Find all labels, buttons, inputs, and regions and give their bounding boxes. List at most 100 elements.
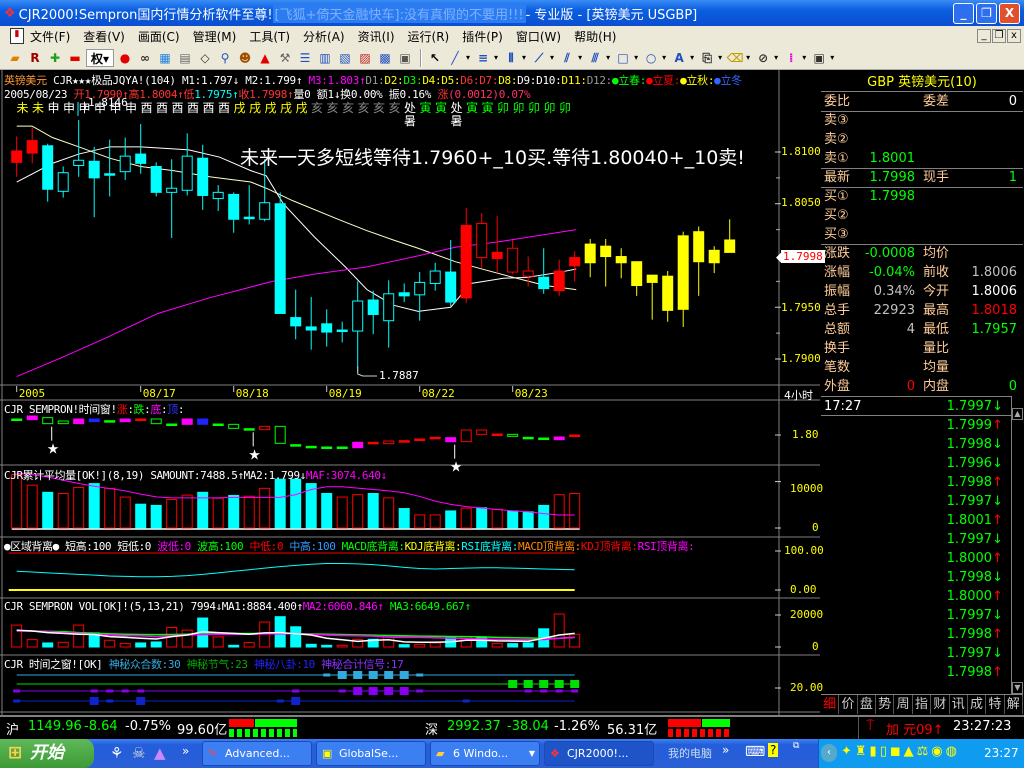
chevron-down-icon[interactable]: ▾ <box>746 53 750 62</box>
quote-tab[interactable]: 成 <box>968 695 987 714</box>
alert-text[interactable]: 加 元09↑ <box>886 719 944 738</box>
ticks-scrollbar[interactable]: ▲ ▼ <box>1011 396 1023 694</box>
task-advanced[interactable]: ✎ Advanced... <box>202 741 312 766</box>
text-icon[interactable]: A <box>670 49 688 67</box>
save-icon[interactable]: ▣ <box>810 49 828 67</box>
chevron-down-icon[interactable]: ▾ <box>606 53 610 62</box>
tool-icon[interactable]: ⚒ <box>276 49 294 67</box>
menu-run[interactable]: 运行(R) <box>408 28 450 45</box>
vlines-icon[interactable]: ⦀ <box>502 49 520 67</box>
chevron-down-icon[interactable]: ▾ <box>774 53 778 62</box>
toolbar-expand-icon[interactable]: ⧉ <box>793 741 799 751</box>
chevron-down-icon[interactable]: ▾ <box>718 53 722 62</box>
task-cjr2000[interactable]: ❖ CJR2000!... <box>544 741 654 766</box>
menu-window[interactable]: 窗口(W) <box>516 28 561 45</box>
search-icon[interactable]: ⚲ <box>216 49 234 67</box>
minimize-button[interactable]: _ <box>953 3 974 24</box>
close-button[interactable]: X <box>999 3 1020 24</box>
quicklaunch-app3-icon[interactable]: ▲ <box>154 744 166 762</box>
ellipse-icon[interactable]: ○ <box>642 49 660 67</box>
glasses-icon[interactable]: ∞ <box>136 49 154 67</box>
toolbar-more-icon[interactable]: » <box>722 743 729 757</box>
quote-tab[interactable]: 价 <box>839 695 858 714</box>
help-icon[interactable]: ? <box>768 743 779 757</box>
shield-icon[interactable]: ◇ <box>196 49 214 67</box>
quote-tab[interactable]: 讯 <box>950 695 968 714</box>
tray-icons[interactable]: ✦♜▮▯◼▲⚖◉◍ <box>841 744 960 759</box>
chevron-down-icon[interactable]: ▾ <box>466 53 470 62</box>
colors-icon[interactable]: ⁞ <box>782 49 800 67</box>
eraser-icon[interactable]: ⌫ <box>726 49 744 67</box>
quote-tab[interactable]: 特 <box>986 695 1005 714</box>
quote-tab[interactable]: 指 <box>913 695 932 714</box>
task-windows-group[interactable]: ▰ 6 Windo... ▼ <box>430 741 540 766</box>
start-button[interactable]: ⊞ 开始 <box>0 739 94 768</box>
rights-dropdown[interactable]: 权▾ <box>86 48 114 67</box>
quote-tab[interactable]: 解 <box>1005 695 1023 714</box>
chevron-down-icon[interactable]: ▾ <box>550 53 554 62</box>
print-icon[interactable]: ▤ <box>176 49 194 67</box>
app-menu-icon[interactable]: ▮ <box>10 28 24 44</box>
quicklaunch-more-icon[interactable]: » <box>182 744 189 758</box>
chevron-down-icon[interactable]: ▾ <box>634 53 638 62</box>
menu-plugins[interactable]: 插件(P) <box>462 28 503 45</box>
pointer-icon[interactable]: ↖ <box>426 49 444 67</box>
quote-tab[interactable]: 财 <box>931 695 950 714</box>
quote-tab[interactable]: 周 <box>894 695 913 714</box>
menu-info[interactable]: 资讯(I) <box>358 28 395 45</box>
mdi-restore-button[interactable]: ❐ <box>992 29 1006 43</box>
scroll-up-icon[interactable]: ▲ <box>1012 408 1023 420</box>
chart-window-icon[interactable]: ▧ <box>336 49 354 67</box>
restore-button[interactable]: ❐ <box>976 3 997 24</box>
period-label[interactable]: 4小时 <box>784 387 813 403</box>
quote-tab[interactable]: 势 <box>876 695 895 714</box>
menu-manage[interactable]: 管理(M) <box>193 28 237 45</box>
chevron-down-icon[interactable]: ▾ <box>522 53 526 62</box>
my-computer-toolbar[interactable]: 我的电脑 <box>668 745 712 761</box>
antenna-icon[interactable]: ⍑ <box>866 718 874 734</box>
layout-cols-icon[interactable]: ▥ <box>316 49 334 67</box>
chart-window4-icon[interactable]: ▣ <box>396 49 414 67</box>
minus-icon[interactable]: ▬ <box>66 49 84 67</box>
quicklaunch-app1-icon[interactable]: ⚘ <box>110 744 123 762</box>
chevron-down-icon[interactable]: ▾ <box>802 53 806 62</box>
chevron-down-icon[interactable]: ▾ <box>494 53 498 62</box>
rsi-icon[interactable]: R <box>26 49 44 67</box>
quote-tab[interactable]: 细 <box>821 695 840 714</box>
channel-icon[interactable]: ⫽ <box>558 49 576 67</box>
line-icon[interactable]: ╱ <box>446 49 464 67</box>
mdi-minimize-button[interactable]: _ <box>977 29 991 43</box>
parallel-icon[interactable]: ⫻ <box>586 49 604 67</box>
task-globalse[interactable]: ▣ GlobalSe... <box>316 741 426 766</box>
bell-icon[interactable]: ▲ <box>256 49 274 67</box>
menu-view[interactable]: 查看(V) <box>83 28 125 45</box>
lock-icon[interactable]: ⊘ <box>754 49 772 67</box>
chart-window2-icon[interactable]: ▨ <box>356 49 374 67</box>
quote-tab[interactable]: 盘 <box>858 695 877 714</box>
mdi-close-button[interactable]: x <box>1007 29 1021 43</box>
quicklaunch-app2-icon[interactable]: ☠ <box>132 744 145 762</box>
chart-window3-icon[interactable]: ▩ <box>376 49 394 67</box>
stock-icon[interactable]: ▦ <box>156 49 174 67</box>
chevron-down-icon[interactable]: ▾ <box>662 53 666 62</box>
face-icon[interactable]: ☻ <box>236 49 254 67</box>
open-icon[interactable]: ▰ <box>6 49 24 67</box>
copy-icon[interactable]: ⎘ <box>698 49 716 67</box>
scroll-down-icon[interactable]: ▼ <box>1012 682 1023 694</box>
menu-screen[interactable]: 画面(C) <box>138 28 180 45</box>
chevron-down-icon[interactable]: ▾ <box>690 53 694 62</box>
fib-icon[interactable]: ≡ <box>474 49 492 67</box>
traffic-light-icon[interactable]: ● <box>116 49 134 67</box>
fan-icon[interactable]: ⟋ <box>530 49 548 67</box>
keyboard-icon[interactable]: ⌨ <box>745 744 765 760</box>
rectangle-icon[interactable]: □ <box>614 49 632 67</box>
chevron-down-icon[interactable]: ▾ <box>578 53 582 62</box>
menu-analysis[interactable]: 分析(A) <box>303 28 345 45</box>
menu-help[interactable]: 帮助(H) <box>574 28 616 45</box>
menu-file[interactable]: 文件(F) <box>30 28 70 45</box>
move-icon[interactable]: ✚ <box>46 49 64 67</box>
menu-tools[interactable]: 工具(T) <box>249 28 290 45</box>
layout-rows-icon[interactable]: ☰ <box>296 49 314 67</box>
chevron-down-icon[interactable]: ▾ <box>830 53 834 62</box>
tray-expand-icon[interactable]: ‹ <box>821 744 837 762</box>
